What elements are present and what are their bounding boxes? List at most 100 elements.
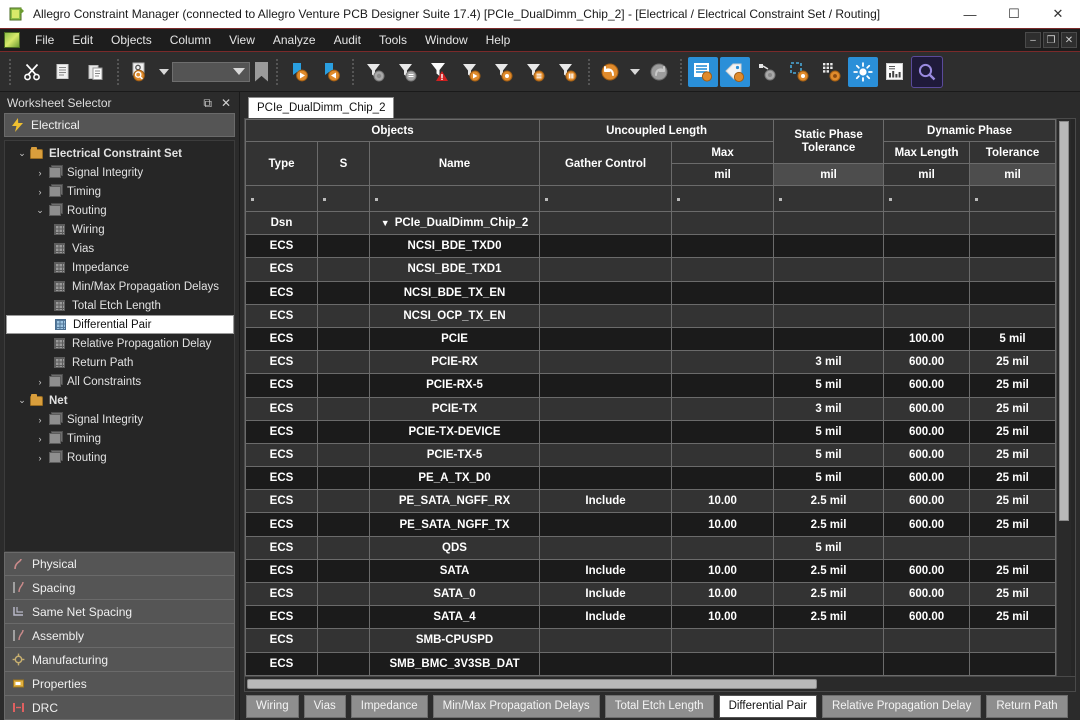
cell-s[interactable] (318, 606, 370, 629)
sheet-tab-differential-pair[interactable]: Differential Pair (719, 695, 817, 718)
menu-item-tools[interactable]: Tools (370, 30, 416, 50)
cell-dynamic-tolerance[interactable]: 5 mil (970, 327, 1056, 350)
cell-dynamic-max-length[interactable]: 600.00 (884, 606, 970, 629)
tree-item-timing-net[interactable]: › Timing (5, 429, 234, 448)
cell-max[interactable]: 10.00 (672, 513, 774, 536)
cell-name[interactable]: NCSI_BDE_TXD0 (370, 235, 540, 258)
cell-name[interactable]: PCIE (370, 327, 540, 350)
cell-gather-control[interactable] (540, 420, 672, 443)
cell-max[interactable]: 10.00 (672, 559, 774, 582)
tree-item-wiring[interactable]: Wiring (5, 220, 234, 239)
cell-type[interactable]: ECS (246, 235, 318, 258)
cell-dynamic-tolerance[interactable] (970, 629, 1056, 652)
table-row[interactable]: ECSNCSI_BDE_TX_EN (246, 281, 1056, 304)
cell-dynamic-tolerance[interactable] (970, 304, 1056, 327)
cell-dynamic-max-length[interactable] (884, 281, 970, 304)
cell-static-phase-tolerance[interactable] (774, 281, 884, 304)
tree-item-signal-integrity-ecs[interactable]: › Signal Integrity (5, 163, 234, 182)
group-header-dynamic-phase[interactable]: Dynamic Phase (884, 120, 1056, 142)
cell-dynamic-tolerance[interactable]: 25 mil (970, 374, 1056, 397)
cell-dynamic-max-length[interactable] (884, 536, 970, 559)
cell-max[interactable] (672, 397, 774, 420)
cell-gather-control[interactable] (540, 513, 672, 536)
sheet-tab-vias[interactable]: Vias (304, 695, 346, 718)
cell-gather-control[interactable] (540, 258, 672, 281)
cell-max[interactable] (672, 467, 774, 490)
cell-type[interactable]: ECS (246, 467, 318, 490)
filter-cell-dynamic-tolerance[interactable] (970, 186, 1056, 212)
cell-type[interactable]: ECS (246, 397, 318, 420)
mdi-restore-button[interactable]: ❐ (1043, 32, 1059, 48)
filter-apply-icon[interactable] (456, 57, 486, 87)
cell-gather-control[interactable]: Include (540, 490, 672, 513)
cell-static-phase-tolerance[interactable]: 5 mil (774, 420, 884, 443)
category-properties[interactable]: Properties (4, 672, 235, 696)
twisty-icon[interactable]: ⌄ (15, 395, 29, 406)
filter-cell-gather-control[interactable] (540, 186, 672, 212)
cell-gather-control[interactable]: Include (540, 559, 672, 582)
cell-type[interactable]: ECS (246, 304, 318, 327)
table-row[interactable]: ECSSMB_BMC_3V3SB_DAT (246, 652, 1056, 675)
table-row[interactable]: ECSNCSI_BDE_TXD1 (246, 258, 1056, 281)
cell-s[interactable] (318, 536, 370, 559)
close-button[interactable]: ✕ (1036, 0, 1080, 28)
table-row[interactable]: ECSQDS5 mil (246, 536, 1056, 559)
twisty-icon[interactable]: › (33, 453, 47, 463)
cell-s[interactable] (318, 559, 370, 582)
cell-dynamic-max-length[interactable] (884, 629, 970, 652)
twisty-icon[interactable]: › (33, 187, 47, 197)
twisty-icon[interactable]: › (33, 415, 47, 425)
maximize-button[interactable]: ☐ (992, 0, 1036, 28)
tree-item-differential-pair[interactable]: Differential Pair (6, 315, 234, 334)
cell-type[interactable]: Dsn (246, 212, 318, 235)
cell-static-phase-tolerance[interactable]: 3 mil (774, 351, 884, 374)
menu-item-audit[interactable]: Audit (325, 30, 370, 50)
mdi-close-button[interactable]: ✕ (1061, 32, 1077, 48)
cut-icon[interactable] (17, 57, 47, 87)
report-icon[interactable] (880, 57, 910, 87)
cell-gather-control[interactable]: Include (540, 583, 672, 606)
search-combo[interactable] (172, 62, 250, 82)
table-row[interactable]: ECSPE_SATA_NGFF_TX10.002.5 mil600.0025 m… (246, 513, 1056, 536)
cell-static-phase-tolerance[interactable]: 2.5 mil (774, 606, 884, 629)
cell-name[interactable]: NCSI_BDE_TX_EN (370, 281, 540, 304)
cell-name[interactable]: PE_A_TX_D0 (370, 467, 540, 490)
vertical-scrollbar[interactable] (1056, 119, 1071, 676)
table-row[interactable]: ECSPCIE-RX3 mil600.0025 mil (246, 351, 1056, 374)
cell-name[interactable]: PCIE-RX-5 (370, 374, 540, 397)
cell-type[interactable]: ECS (246, 629, 318, 652)
cell-s[interactable] (318, 513, 370, 536)
cell-dynamic-max-length[interactable]: 600.00 (884, 397, 970, 420)
cell-s[interactable] (318, 327, 370, 350)
menu-item-window[interactable]: Window (416, 30, 477, 50)
cell-max[interactable] (672, 258, 774, 281)
cell-max[interactable] (672, 281, 774, 304)
cell-s[interactable] (318, 583, 370, 606)
cell-dynamic-max-length[interactable]: 600.00 (884, 374, 970, 397)
cell-name[interactable]: SATA (370, 559, 540, 582)
filter-settings-icon[interactable] (488, 57, 518, 87)
cell-gather-control[interactable] (540, 397, 672, 420)
filter-cell-type[interactable] (246, 186, 318, 212)
close-icon[interactable]: ✕ (221, 97, 231, 109)
cell-s[interactable] (318, 235, 370, 258)
cell-dynamic-max-length[interactable]: 600.00 (884, 583, 970, 606)
cell-s[interactable] (318, 629, 370, 652)
filter-delete-icon[interactable] (552, 57, 582, 87)
cell-max[interactable] (672, 351, 774, 374)
zoom-icon[interactable] (912, 57, 942, 87)
cell-dynamic-tolerance[interactable]: 25 mil (970, 513, 1056, 536)
cell-name[interactable]: NCSI_BDE_TXD1 (370, 258, 540, 281)
cell-type[interactable]: ECS (246, 606, 318, 629)
table-row[interactable]: ECSSATAInclude10.002.5 mil600.0025 mil (246, 559, 1056, 582)
cell-type[interactable]: ECS (246, 513, 318, 536)
cell-gather-control[interactable] (540, 443, 672, 466)
vertical-scroll-thumb[interactable] (1059, 121, 1069, 521)
cell-static-phase-tolerance[interactable] (774, 629, 884, 652)
cell-gather-control[interactable] (540, 652, 672, 675)
cell-dynamic-tolerance[interactable]: 25 mil (970, 559, 1056, 582)
cell-static-phase-tolerance[interactable] (774, 258, 884, 281)
cell-gather-control[interactable] (540, 351, 672, 374)
cell-type[interactable]: ECS (246, 559, 318, 582)
tag-icon[interactable] (720, 57, 750, 87)
